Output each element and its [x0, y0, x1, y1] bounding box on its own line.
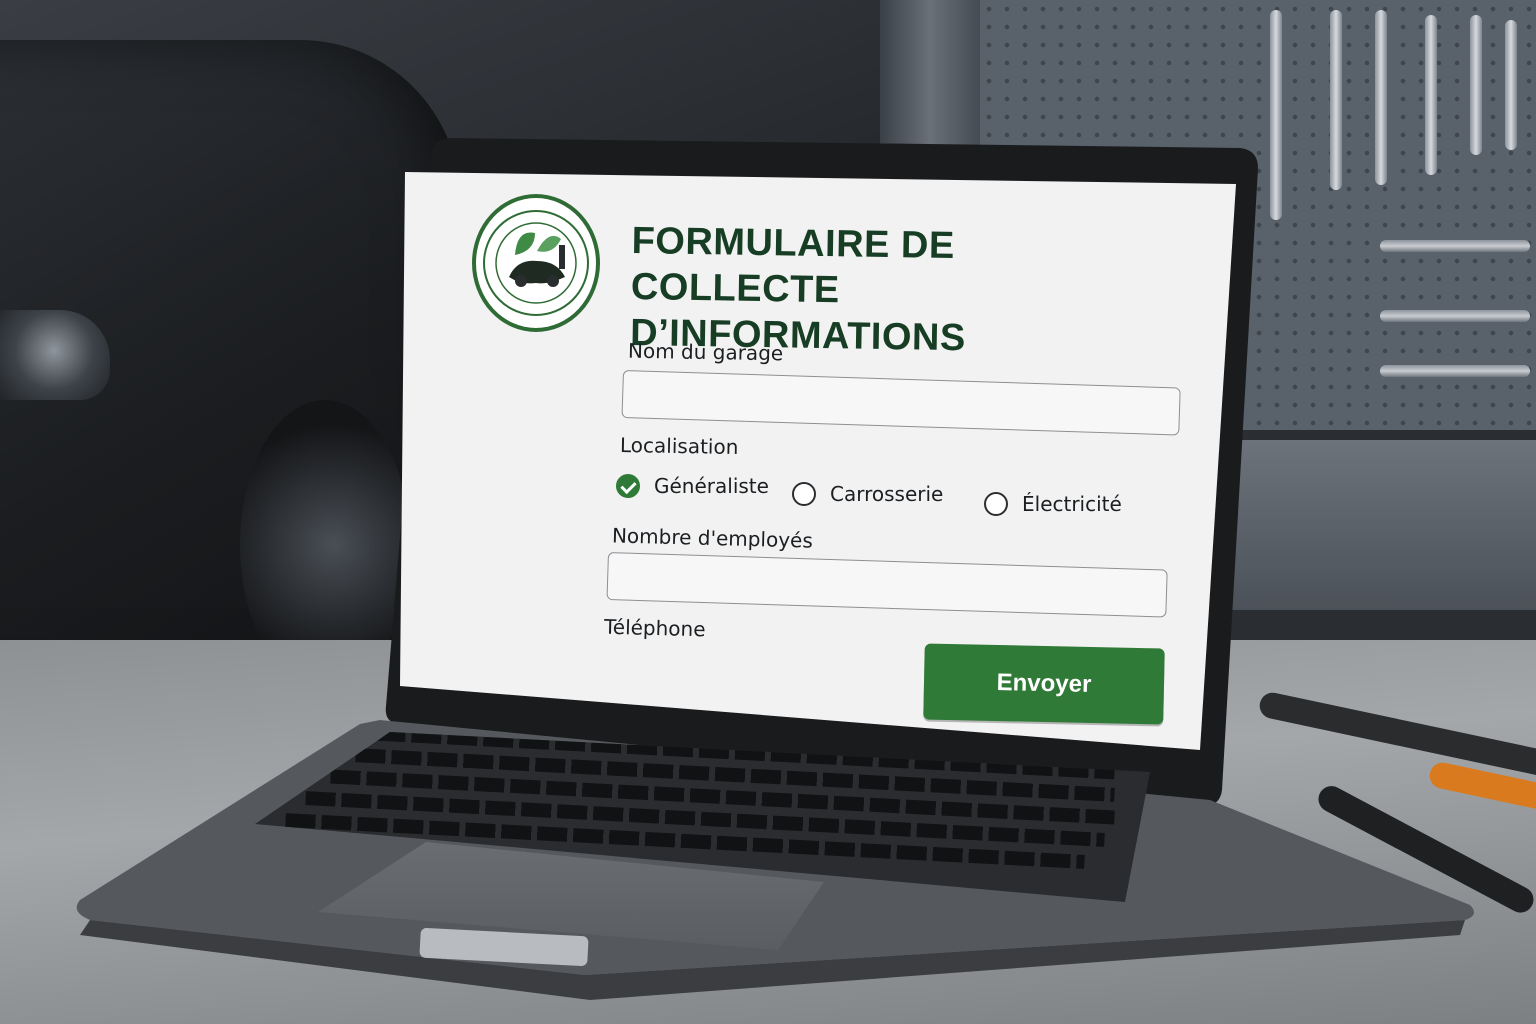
- form-title-line1: FORMULAIRE DE COLLECTE: [630, 219, 956, 312]
- garage-leaf-car-logo-icon: [483, 210, 589, 316]
- garage-name-label: Nom du garage: [627, 338, 784, 366]
- location-radio-group: Généraliste Carrosserie Électricité: [614, 470, 1154, 530]
- wrench-icon: [1425, 15, 1437, 175]
- check-icon[interactable]: [616, 474, 640, 498]
- tool-shelf: [1230, 440, 1536, 610]
- radio-carrosserie[interactable]: Carrosserie: [792, 482, 943, 506]
- phone-label: Téléphone: [603, 614, 706, 642]
- wrench-icon: [1330, 10, 1342, 190]
- radio-generaliste-label: Généraliste: [654, 474, 769, 498]
- wrench-icon: [1270, 10, 1282, 220]
- car-headlight: [0, 310, 110, 400]
- wrench-icon: [1380, 240, 1530, 252]
- wrench-icon: [1470, 15, 1482, 155]
- wrench-icon: [1380, 310, 1530, 322]
- submit-button[interactable]: Envoyer: [923, 643, 1165, 725]
- location-label: Localisation: [619, 432, 739, 460]
- wrench-icon: [1380, 365, 1530, 377]
- radio-electricite[interactable]: Électricité: [984, 492, 1122, 516]
- radio-unchecked-icon[interactable]: [792, 482, 816, 506]
- radio-electricite-label: Électricité: [1022, 492, 1122, 516]
- garage-logo: [472, 194, 600, 332]
- radio-generaliste[interactable]: Généraliste: [616, 474, 769, 498]
- wrench-icon: [1505, 20, 1517, 150]
- radio-unchecked-icon[interactable]: [984, 492, 1008, 516]
- wrench-icon: [1375, 10, 1387, 185]
- radio-carrosserie-label: Carrosserie: [830, 482, 944, 506]
